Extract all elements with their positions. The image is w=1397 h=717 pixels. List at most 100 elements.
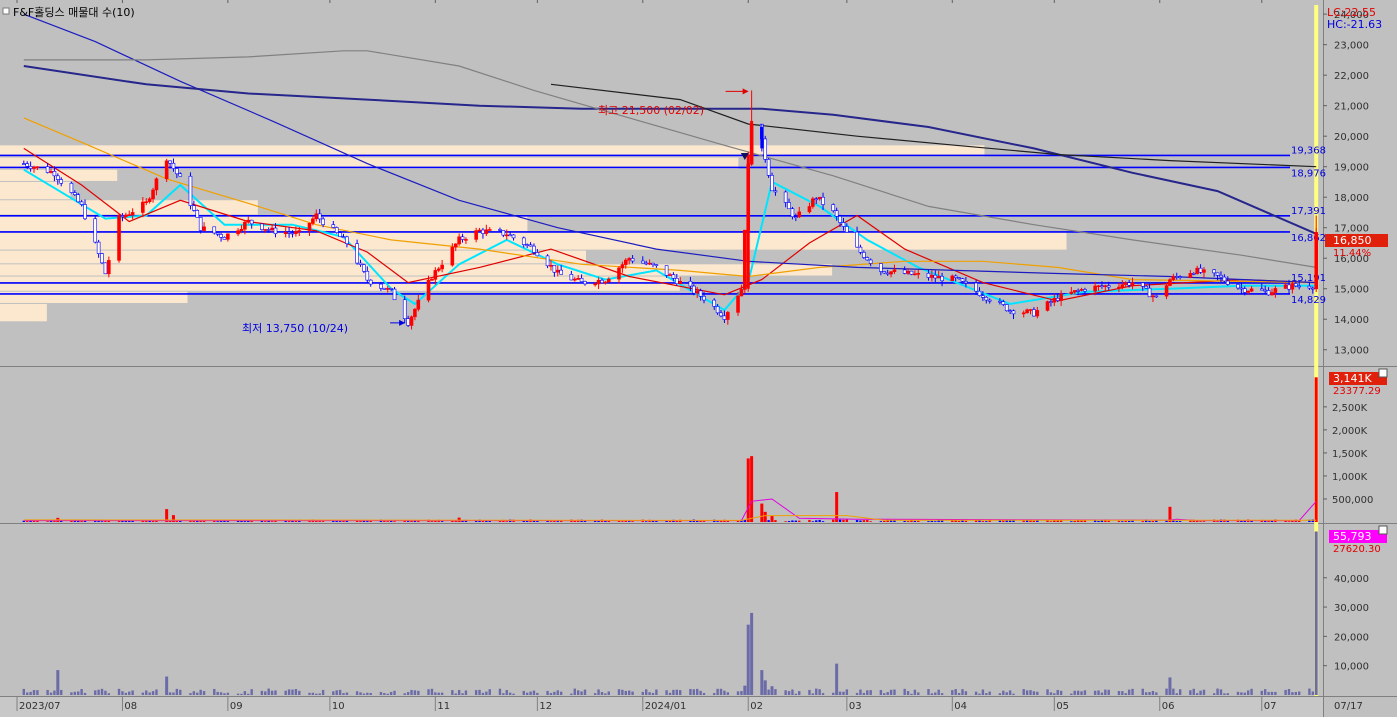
volume2-close-icon[interactable] <box>1378 525 1388 535</box>
chart-title: F&F홀딩스 매물대 수(10) <box>13 6 135 19</box>
volume2-bar <box>359 692 362 695</box>
volume-bar <box>532 520 536 522</box>
candle-body <box>882 271 887 274</box>
candle-body <box>627 258 631 261</box>
volume2-bar <box>1267 691 1270 695</box>
xaxis-tick-label: 06 <box>1162 701 1175 712</box>
volume-bar <box>270 521 274 522</box>
candle-body <box>331 224 336 228</box>
volume2-bar <box>104 690 107 695</box>
volume2-bar-major <box>750 612 754 695</box>
volume-bar <box>1178 521 1182 522</box>
volume2-bar <box>702 692 706 695</box>
candle-body <box>555 269 560 273</box>
candle-body <box>266 229 271 231</box>
volume2-bar <box>311 692 315 695</box>
candle-body <box>671 274 676 279</box>
volume2-bar <box>488 689 491 695</box>
volume2-bar <box>1049 692 1053 695</box>
volume2-bar <box>883 693 886 695</box>
volume-bar <box>879 521 883 522</box>
price-tick-label: 22,000 <box>1334 71 1369 82</box>
candle-body <box>487 229 492 231</box>
candle-body <box>651 262 655 265</box>
volume-bar <box>998 520 1002 522</box>
volume2-bar <box>842 691 845 695</box>
volume2-bar <box>192 691 196 695</box>
volume-close-icon[interactable] <box>1378 368 1388 378</box>
volume2-bar <box>274 690 277 695</box>
candle-body <box>834 210 839 217</box>
volume-bar <box>774 520 777 522</box>
candle-body <box>678 280 683 284</box>
candle-body <box>1004 304 1009 312</box>
candle-body <box>464 239 468 241</box>
volume2-bar <box>1223 693 1226 695</box>
candle-body <box>1052 297 1057 303</box>
candle-body <box>460 236 465 240</box>
volume2-bar <box>338 689 342 695</box>
volume2-bar <box>117 688 121 695</box>
volume-bar <box>1073 520 1076 522</box>
title-box-icon[interactable] <box>2 7 10 15</box>
volume2-bar <box>1070 693 1073 695</box>
volume2-bar <box>389 691 393 695</box>
volume-profile-bar <box>0 303 47 322</box>
candle-body <box>198 217 203 231</box>
volume2-bar <box>1311 691 1314 695</box>
candle-body <box>362 264 366 272</box>
xaxis-tick-label: 2024/01 <box>645 701 687 712</box>
volume2-bar <box>512 693 515 695</box>
volume2-bar <box>1291 692 1294 695</box>
candle-body <box>195 210 200 218</box>
candle-body <box>416 299 421 310</box>
candle-body <box>355 243 359 264</box>
volume2-bar <box>1059 690 1063 695</box>
candle-body <box>287 231 291 234</box>
candle-body <box>960 278 965 282</box>
candle-body <box>249 219 254 225</box>
candle-body <box>96 241 101 254</box>
volume2-bar <box>83 692 87 695</box>
volume2-bar <box>1076 690 1080 695</box>
candle-body <box>76 194 81 203</box>
candle-body <box>1083 289 1087 292</box>
candle-body <box>430 279 434 281</box>
candle-body <box>909 270 914 275</box>
candle-body <box>127 214 132 216</box>
candle-body <box>814 198 819 201</box>
volume2-bar <box>655 689 658 695</box>
candle-body <box>532 245 536 253</box>
candle-body <box>1202 269 1206 273</box>
candle-body <box>1069 291 1074 295</box>
volume2-bar <box>525 692 529 695</box>
volume2-bar <box>1216 688 1219 695</box>
candle-body <box>314 213 319 220</box>
volume2-bar <box>403 693 406 695</box>
volume2-bar <box>740 691 743 695</box>
candle-body <box>831 204 836 212</box>
candle-body <box>73 192 77 196</box>
candle-body <box>56 175 60 180</box>
candle-body <box>32 166 36 169</box>
volume2-bar <box>556 690 559 695</box>
candle-body <box>902 269 907 274</box>
candle-body <box>535 252 540 257</box>
volume-bar <box>934 521 937 522</box>
volume2-bar <box>478 689 481 695</box>
volume2-bar <box>189 693 192 695</box>
xaxis-tick-label: 08 <box>124 701 137 712</box>
volume2-bar <box>1175 693 1178 695</box>
volume2-bar <box>627 690 631 695</box>
candle-body <box>243 221 247 230</box>
candle-body <box>1035 310 1040 317</box>
volume2-bar <box>951 690 954 695</box>
candle-body <box>811 198 815 207</box>
candle-body <box>117 215 121 261</box>
candle-body <box>1168 279 1172 286</box>
candle-body <box>1117 286 1121 289</box>
volume2-bar <box>417 690 420 695</box>
volume2-bar <box>934 692 937 695</box>
volume2-bar <box>502 693 505 695</box>
volume2-bar <box>1246 690 1250 695</box>
